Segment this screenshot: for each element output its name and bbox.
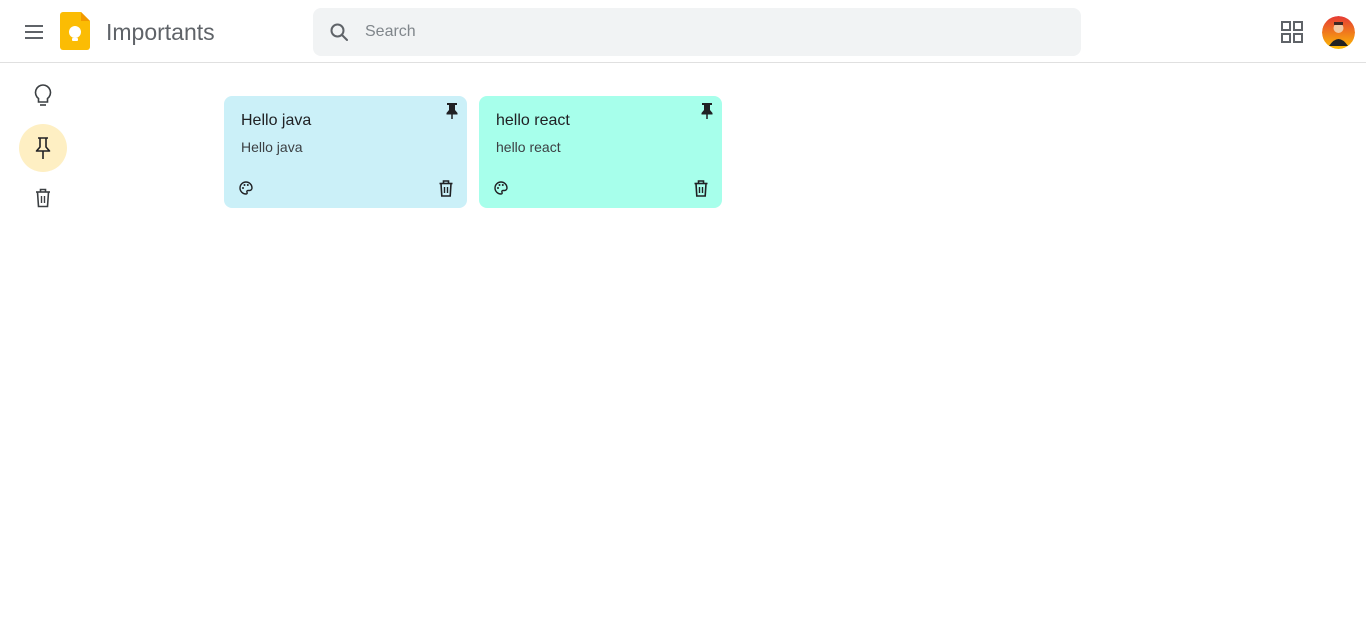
color-palette-button[interactable] bbox=[238, 180, 254, 196]
lightbulb-icon bbox=[34, 84, 52, 106]
sidebar-item-trash[interactable] bbox=[19, 174, 67, 222]
search-bar[interactable] bbox=[313, 8, 1081, 56]
unpin-button[interactable] bbox=[443, 102, 461, 120]
delete-note-button[interactable] bbox=[692, 179, 710, 197]
grid-view-icon bbox=[1281, 21, 1303, 43]
search-input[interactable] bbox=[363, 11, 1081, 53]
delete-note-button[interactable] bbox=[437, 179, 455, 197]
search-icon[interactable] bbox=[315, 8, 363, 56]
note-body: Hello java bbox=[241, 139, 303, 155]
note-card[interactable]: hello react hello react bbox=[479, 96, 722, 208]
color-palette-button[interactable] bbox=[493, 180, 509, 196]
trash-icon bbox=[36, 188, 50, 208]
palette-icon bbox=[239, 181, 253, 195]
main-menu-button[interactable] bbox=[14, 12, 54, 52]
trash-icon bbox=[439, 179, 453, 197]
note-body: hello react bbox=[496, 139, 561, 155]
hamburger-menu-icon bbox=[25, 25, 43, 39]
note-title: Hello java bbox=[241, 112, 312, 129]
avatar[interactable] bbox=[1322, 16, 1355, 49]
note-title: hello react bbox=[496, 112, 570, 129]
grid-view-button[interactable] bbox=[1272, 12, 1312, 52]
sidebar-item-notes[interactable] bbox=[19, 72, 67, 120]
palette-icon bbox=[494, 181, 508, 195]
sidebar-item-importants[interactable] bbox=[19, 124, 67, 172]
pin-icon bbox=[35, 137, 51, 159]
top-app-bar: Importants bbox=[0, 0, 1366, 63]
note-card[interactable]: Hello java Hello java bbox=[224, 96, 467, 208]
unpin-button[interactable] bbox=[698, 102, 716, 120]
keep-logo-icon[interactable] bbox=[60, 12, 90, 50]
page-title: Importants bbox=[106, 19, 215, 45]
pin-filled-icon bbox=[446, 103, 458, 119]
trash-icon bbox=[694, 179, 708, 197]
pin-filled-icon bbox=[701, 103, 713, 119]
